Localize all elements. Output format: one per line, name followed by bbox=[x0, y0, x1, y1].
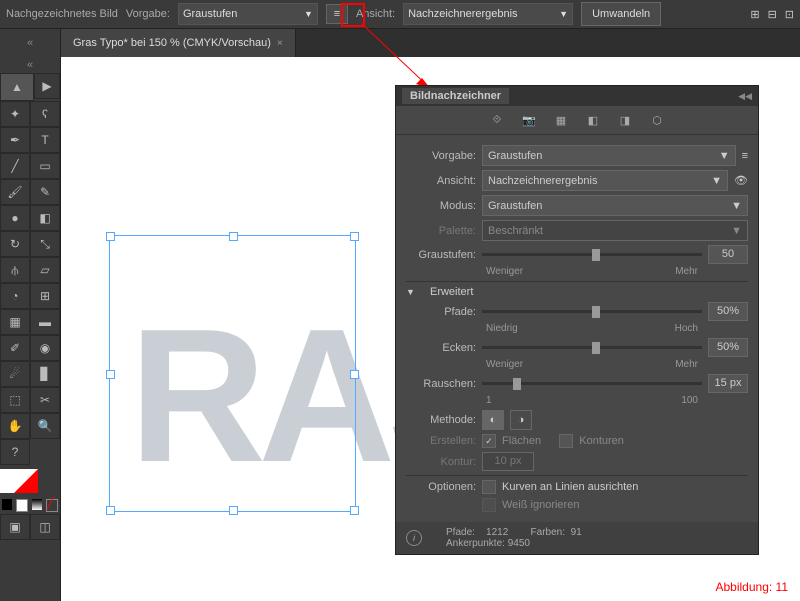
free-transform-tool[interactable]: ▱ bbox=[30, 257, 60, 283]
graph-tool[interactable]: ▊ bbox=[30, 361, 60, 387]
panel-stats: i Pfade: 1212 Farben: 91 Ankerpunkte: 94… bbox=[396, 522, 758, 554]
blob-tool[interactable]: ● bbox=[0, 205, 30, 231]
menu-icon[interactable]: ≡ bbox=[742, 150, 748, 162]
image-trace-panel: Bildnachzeichner◀◀ ⟐📷▦◧◨⬡ Vorgabe:Graust… bbox=[395, 85, 759, 555]
pen-tool[interactable]: ✒ bbox=[0, 127, 30, 153]
graustufen-slider[interactable] bbox=[482, 248, 702, 262]
ecken-value[interactable]: 50% bbox=[708, 338, 748, 357]
preset-icon[interactable]: ◨ bbox=[616, 114, 634, 128]
symbol-tool[interactable]: ☄ bbox=[0, 361, 30, 387]
mesh-tool[interactable]: ▦ bbox=[0, 309, 30, 335]
ansicht-select[interactable]: Nachzeichnerergebnis▼ bbox=[482, 170, 728, 191]
pfade-slider[interactable] bbox=[482, 305, 702, 319]
figure-caption: Abbildung: 11 bbox=[715, 580, 788, 594]
palette-select: Beschränkt▼ bbox=[482, 220, 748, 241]
modus-select[interactable]: Graustufen▼ bbox=[482, 195, 748, 216]
hand-tool[interactable]: ✋ bbox=[0, 413, 30, 439]
close-icon[interactable]: × bbox=[277, 38, 283, 49]
rotate-tool[interactable]: ↻ bbox=[0, 231, 30, 257]
brush-tool[interactable]: 🖌 bbox=[0, 179, 30, 205]
pfade-value[interactable]: 50% bbox=[708, 302, 748, 321]
method-abut-icon[interactable]: ◐ bbox=[482, 410, 504, 430]
preset-icon[interactable]: 📷 bbox=[520, 114, 538, 128]
strokes-checkbox bbox=[559, 434, 573, 448]
swatch-white[interactable] bbox=[16, 499, 28, 512]
preset-icon[interactable]: ▦ bbox=[552, 114, 570, 128]
screen-mode-icon[interactable]: ◫ bbox=[30, 514, 60, 540]
convert-button[interactable]: Umwandeln bbox=[581, 2, 661, 26]
swatch-black[interactable] bbox=[2, 499, 12, 510]
eraser-tool[interactable]: ◧ bbox=[30, 205, 60, 231]
ecken-slider[interactable] bbox=[482, 341, 702, 355]
ansicht-select[interactable]: Nachzeichnerergebnis▼ bbox=[403, 3, 573, 25]
shape-builder-tool[interactable]: ◔ bbox=[0, 283, 30, 309]
vorgabe-label: Vorgabe: bbox=[126, 8, 170, 20]
align-icon[interactable]: ⊡ bbox=[785, 8, 794, 21]
slice-tool[interactable]: ✂ bbox=[30, 387, 60, 413]
fills-checkbox: ✓ bbox=[482, 434, 496, 448]
lasso-tool[interactable]: ʕ bbox=[30, 101, 60, 127]
screen-mode-icon[interactable]: ▣ bbox=[0, 514, 30, 540]
panel-title: Bildnachzeichner bbox=[402, 88, 509, 104]
artboard-tool[interactable]: ⬚ bbox=[0, 387, 30, 413]
wand-tool[interactable]: ✦ bbox=[0, 101, 30, 127]
type-tool[interactable]: T bbox=[30, 127, 60, 153]
direct-select-tool[interactable]: ▶ bbox=[34, 73, 60, 99]
collapse-icon[interactable]: « bbox=[0, 57, 60, 73]
eyedropper-tool[interactable]: ✐ bbox=[0, 335, 30, 361]
traced-label: Nachgezeichnetes Bild bbox=[6, 8, 118, 20]
erweitert-toggle[interactable]: ▼ Erweitert bbox=[406, 286, 748, 298]
blend-tool[interactable]: ◉ bbox=[30, 335, 60, 361]
preset-icons: ⟐ 📷 ▦ ◧ ◨ ⬡ bbox=[396, 106, 758, 135]
zoom-tool[interactable]: 🔍 bbox=[30, 413, 60, 439]
selection-tool[interactable]: ▲ bbox=[0, 73, 34, 101]
align-icon[interactable]: ⊟ bbox=[768, 8, 777, 21]
preset-icon[interactable]: ⬡ bbox=[648, 114, 666, 128]
rect-tool[interactable]: ▭ bbox=[30, 153, 60, 179]
method-overlap-icon[interactable]: ◑ bbox=[510, 410, 532, 430]
perspective-tool[interactable]: ⊞ bbox=[30, 283, 60, 309]
gradient-tool[interactable]: ▬ bbox=[30, 309, 60, 335]
line-tool[interactable]: ╱ bbox=[0, 153, 30, 179]
rauschen-value[interactable]: 15 px bbox=[708, 374, 748, 393]
selection-box[interactable] bbox=[109, 235, 356, 512]
callout-arrow bbox=[362, 24, 437, 94]
pencil-tool[interactable]: ✎ bbox=[30, 179, 60, 205]
width-tool[interactable]: ⫛ bbox=[0, 257, 30, 283]
rauschen-slider[interactable] bbox=[482, 377, 702, 391]
help-icon[interactable]: ? bbox=[0, 439, 30, 465]
snap-checkbox[interactable] bbox=[482, 480, 496, 494]
align-icon[interactable]: ⊞ bbox=[750, 8, 759, 21]
swatch-none[interactable]: ╱ bbox=[46, 499, 58, 512]
preset-icon[interactable]: ⟐ bbox=[488, 114, 506, 128]
swatch-grad[interactable] bbox=[32, 499, 42, 510]
fill-stroke-icon[interactable] bbox=[0, 469, 38, 493]
vorgabe-select[interactable]: Graustufen▼ bbox=[178, 3, 318, 25]
tool-panel: « ▲▶ ✦ʕ ✒T ╱▭ 🖌✎ ●◧ ↻⤡ ⫛▱ ◔⊞ ▦▬ ✐◉ ☄▊ ⬚✂… bbox=[0, 57, 61, 601]
collapse-icon[interactable]: ◀◀ bbox=[738, 91, 752, 102]
document-tab[interactable]: Gras Typo* bei 150 % (CMYK/Vorschau)× bbox=[61, 29, 296, 57]
eye-icon[interactable]: 👁 bbox=[734, 174, 748, 187]
vorgabe-select[interactable]: Graustufen▼ bbox=[482, 145, 736, 166]
preset-icon[interactable]: ◧ bbox=[584, 114, 602, 128]
graustufen-value[interactable]: 50 bbox=[708, 245, 748, 264]
collapse-icon[interactable]: « bbox=[27, 37, 33, 49]
kontur-value: 10 px bbox=[482, 452, 534, 471]
ignore-white-checkbox[interactable] bbox=[482, 498, 496, 512]
scale-tool[interactable]: ⤡ bbox=[30, 231, 60, 257]
info-icon: i bbox=[406, 530, 422, 546]
